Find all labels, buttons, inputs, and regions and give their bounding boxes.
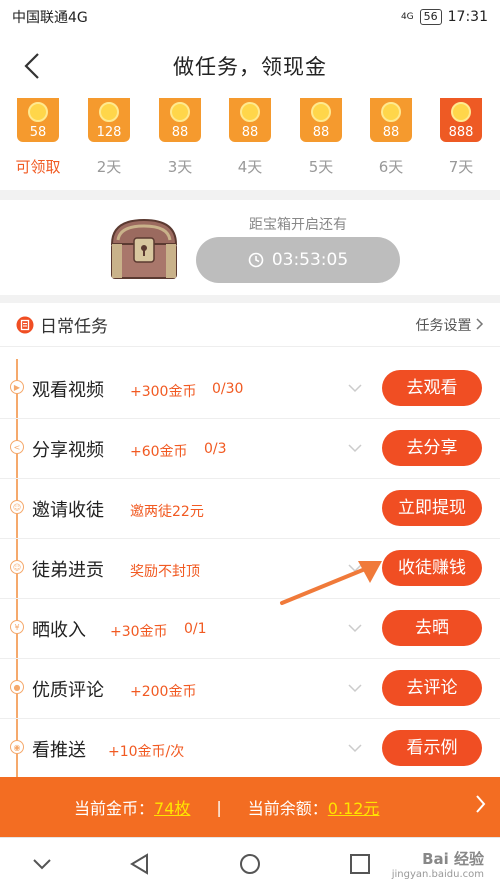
task-progress: 0/30	[212, 381, 244, 397]
coin-icon	[99, 102, 119, 122]
nav-home-icon[interactable]	[238, 852, 262, 876]
task-row-share-video: < 分享视频 +60金币 0/3 去分享	[0, 419, 500, 479]
chevron-down-icon[interactable]	[348, 683, 362, 693]
system-nav-bar: Bai 经验 jingyan.baidu.com	[0, 837, 500, 889]
task-row-tribute: ☺ 徒弟进贡 奖励不封顶 收徒赚钱	[0, 539, 500, 599]
checkin-day-2: 128 2天	[88, 98, 130, 177]
checkin-day-6: 88 6天	[370, 98, 412, 177]
comment-button[interactable]: 去评论	[382, 670, 482, 706]
balance-label: 当前余额：	[247, 799, 328, 818]
task-reward: +60金币	[130, 444, 188, 460]
chest-countdown-button[interactable]: 03:53:05	[196, 237, 400, 283]
chevron-down-icon[interactable]	[348, 443, 362, 453]
task-reward: 奖励不封顶	[130, 564, 200, 580]
task-row-watch-video: ▶ 观看视频 +300金币 0/30 去观看	[0, 359, 500, 419]
yen-icon: ¥	[10, 620, 24, 634]
balance-separator: |	[216, 797, 222, 817]
coin-icon	[311, 102, 331, 122]
chevron-down-icon[interactable]	[348, 743, 362, 753]
balance-value: 0.12元	[327, 799, 380, 818]
checkin-day-3: 88 3天	[159, 98, 201, 177]
clock-icon	[248, 252, 264, 268]
title-bar: 做任务，领现金	[0, 34, 500, 98]
coin-icon	[240, 102, 260, 122]
daily-tasks-section: 日常任务 任务设置 ▶ 观看视频 +300金币 0/30 去观看 < 分享视频 …	[0, 303, 500, 777]
eye-icon: ◉	[10, 740, 24, 754]
checkin-day-7: 888 7天	[440, 98, 482, 177]
show-income-button[interactable]: 去晒	[382, 610, 482, 646]
chest-caption: 距宝箱开启还有	[249, 217, 347, 233]
coins-value: 74枚	[154, 799, 191, 818]
recruit-earn-button[interactable]: 收徒赚钱	[382, 550, 482, 586]
checkin-day-4: 88 4天	[229, 98, 271, 177]
user-icon: ☺	[10, 500, 24, 514]
chevron-right-icon	[476, 318, 484, 330]
task-row-comment: ● 优质评论 +200金币 去评论	[0, 659, 500, 719]
chevron-left-icon	[24, 53, 39, 79]
chevron-right-icon	[476, 795, 486, 813]
chevron-down-icon[interactable]	[348, 383, 362, 393]
checkin-day-5: 88 5天	[300, 98, 342, 177]
battery-level: 56	[419, 9, 442, 25]
task-reward: 邀两徒22元	[130, 504, 204, 520]
nav-recents-icon[interactable]	[348, 852, 372, 876]
task-reward: +10金币/次	[108, 744, 185, 760]
user-icon: ☺	[10, 560, 24, 574]
clock: 17:31	[447, 9, 488, 25]
coin-icon	[170, 102, 190, 122]
checkin-day-1[interactable]: 58 可领取	[15, 98, 61, 177]
countdown-text: 03:53:05	[271, 250, 349, 270]
coin-icon	[451, 102, 471, 122]
task-reward: +200金币	[130, 684, 197, 700]
share-video-button[interactable]: 去分享	[382, 430, 482, 466]
chevron-down-icon[interactable]	[348, 623, 362, 633]
daily-tasks-title: 日常任务	[40, 317, 108, 337]
play-icon: ▶	[10, 380, 24, 394]
task-list-icon	[16, 316, 34, 333]
task-settings-link[interactable]: 任务设置	[416, 315, 484, 335]
back-button[interactable]	[14, 48, 50, 84]
task-row-invite: ☺ 邀请收徒 邀两徒22元 立即提现	[0, 479, 500, 539]
page-title: 做任务，领现金	[173, 55, 327, 79]
view-example-button[interactable]: 看示例	[382, 730, 482, 766]
task-reward: +300金币	[130, 384, 197, 400]
nav-back-icon[interactable]	[128, 852, 152, 876]
task-reward: +30金币	[110, 624, 168, 640]
balance-bar[interactable]: 当前金币： 74枚 | 当前余额： 0.12元	[0, 777, 500, 837]
watermark: Bai 经验 jingyan.baidu.com	[391, 850, 484, 880]
task-row-push: ◉ 看推送 +10金币/次 看示例	[0, 719, 500, 779]
carrier-label: 中国联通4G	[12, 10, 88, 26]
task-progress: 0/1	[184, 621, 207, 637]
task-progress: 0/3	[204, 441, 227, 457]
share-icon: <	[10, 440, 24, 454]
status-bar: 中国联通4G 4G 56 17:31	[0, 0, 500, 34]
chevron-down-icon[interactable]	[30, 852, 54, 876]
treasure-chest-section: 距宝箱开启还有 03:53:05	[0, 200, 500, 295]
coin-icon	[28, 102, 48, 122]
task-row-show-income: ¥ 晒收入 +30金币 0/1 去晒	[0, 599, 500, 659]
daily-tasks-header: 日常任务 任务设置	[0, 303, 500, 347]
watch-video-button[interactable]: 去观看	[382, 370, 482, 406]
network-label: 4G	[400, 12, 414, 22]
comment-icon: ●	[10, 680, 24, 694]
annotation-arrow-icon	[280, 561, 382, 605]
checkin-strip: 58 可领取 128 2天 88 3天 88 4天 88 5天 88 6天 88…	[0, 98, 500, 190]
treasure-chest-icon[interactable]	[106, 214, 182, 284]
coins-label: 当前金币：	[74, 799, 155, 818]
withdraw-now-button[interactable]: 立即提现	[382, 490, 482, 526]
coin-icon	[381, 102, 401, 122]
